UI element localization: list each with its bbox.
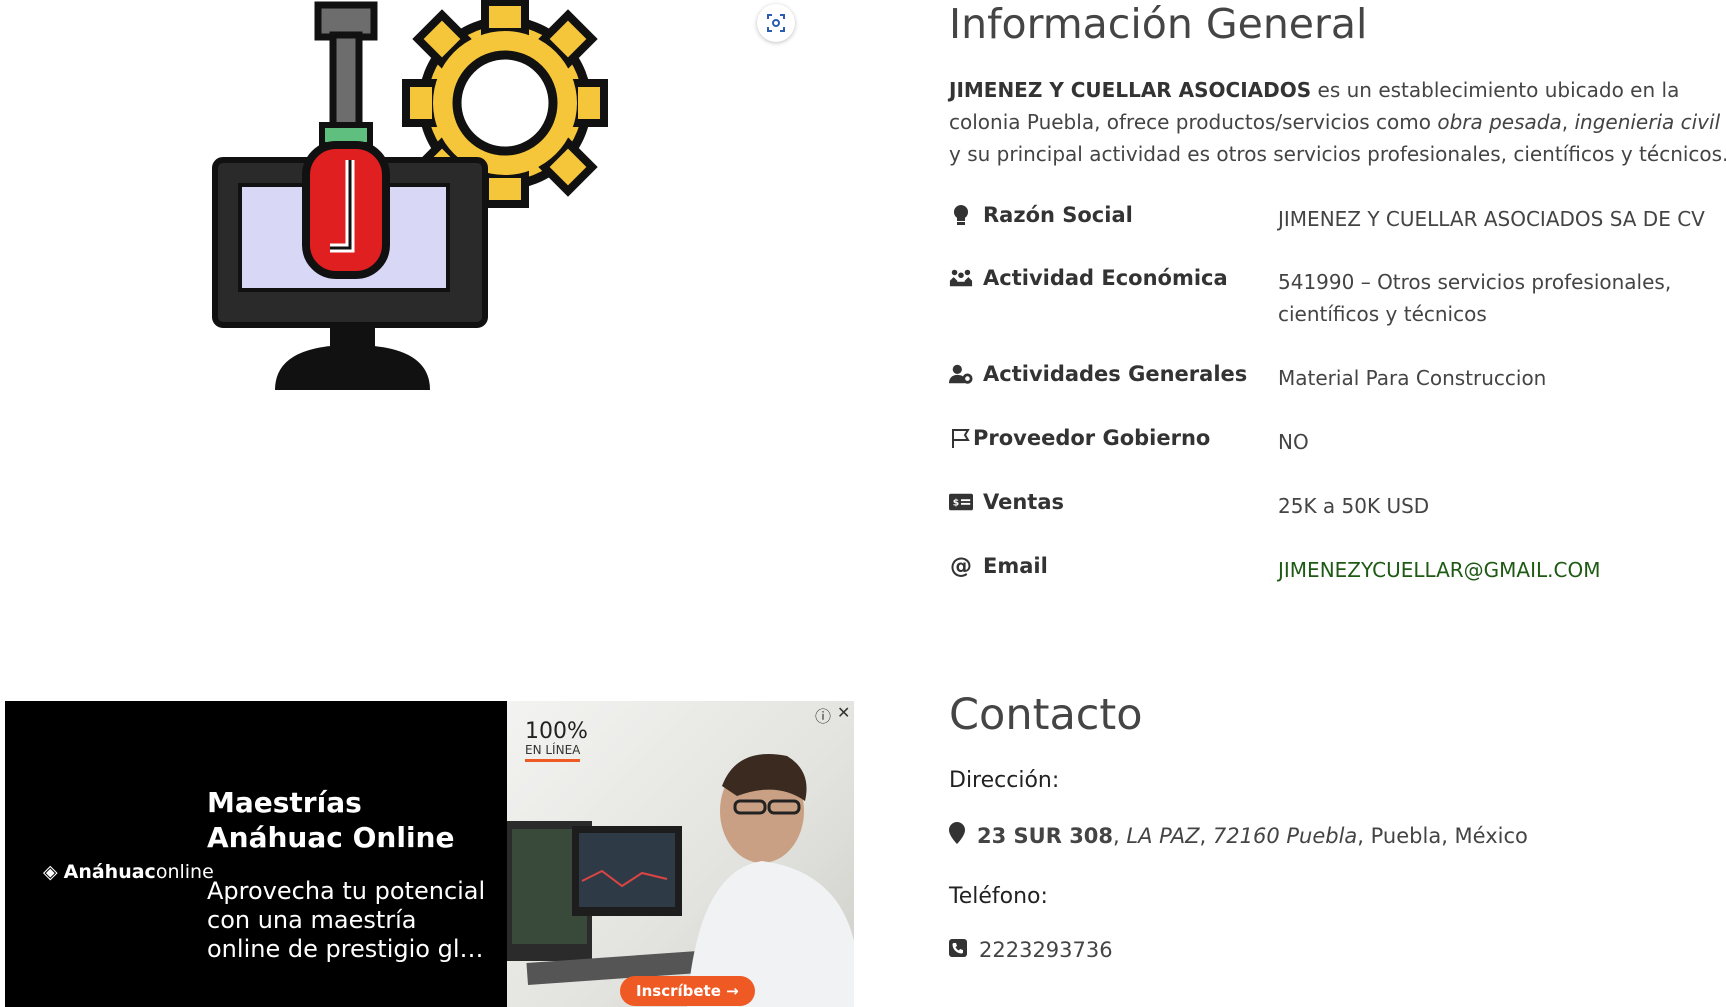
flag-icon [949, 426, 973, 450]
street: 23 SUR 308 [977, 823, 1114, 848]
scan-icon [767, 14, 785, 32]
ad-controls: ⓘ ✕ [815, 703, 850, 727]
lightbulb-icon [949, 203, 973, 227]
user-gear-icon [949, 362, 973, 386]
phone-label: Teléfono: [949, 884, 1048, 909]
ad-badge-online: EN LÍNEA [525, 743, 581, 762]
address-label: Dirección: [949, 768, 1060, 793]
money-icon: $ [949, 490, 973, 514]
ad-brand-logo: ◈ Anáhuaconline [43, 861, 214, 883]
email-link[interactable]: JIMENEZYCUELLAR@GMAIL.COM [1278, 554, 1718, 586]
colony: LA PAZ [1126, 823, 1200, 848]
zip-city: 72160 Puebla [1212, 823, 1358, 848]
phone-number[interactable]: 2223293736 [979, 938, 1113, 962]
advertisement-banner[interactable]: ◈ Anáhuaconline Maestrías Anáhuac Online… [5, 701, 854, 1007]
ad-close-icon[interactable]: ✕ [837, 703, 850, 727]
ad-cta-button[interactable]: Inscríbete → [620, 976, 755, 1006]
ad-badge-percent: 100% [525, 719, 588, 744]
company-logo-illustration [212, 0, 608, 390]
company-description: JIMENEZ Y CUELLAR ASOCIADOS es un establ… [949, 78, 1726, 166]
ad-body-text: Aprovecha tu potencial con una maestría … [207, 877, 486, 963]
ad-info-icon[interactable]: ⓘ [815, 703, 831, 727]
phone-line: 2223293736 [949, 938, 1113, 962]
screwdriver-icon [302, 1, 390, 279]
company-name: JIMENEZ Y CUELLAR ASOCIADOS [949, 78, 1312, 102]
section-title-general: Información General [949, 0, 1368, 48]
svg-text:$: $ [953, 498, 959, 509]
map-pin-icon [949, 822, 965, 849]
address-line: 23 SUR 308, LA PAZ, 72160 Puebla, Puebla… [949, 822, 1528, 849]
people-icon [949, 266, 973, 290]
section-title-contact: Contacto [949, 690, 1143, 740]
at-icon: @ [950, 553, 972, 579]
phone-icon [949, 938, 967, 962]
diamond-logo-icon: ◈ [43, 861, 58, 883]
visual-search-button[interactable] [757, 4, 795, 42]
ad-headline: Maestrías Anáhuac Online [207, 786, 455, 854]
